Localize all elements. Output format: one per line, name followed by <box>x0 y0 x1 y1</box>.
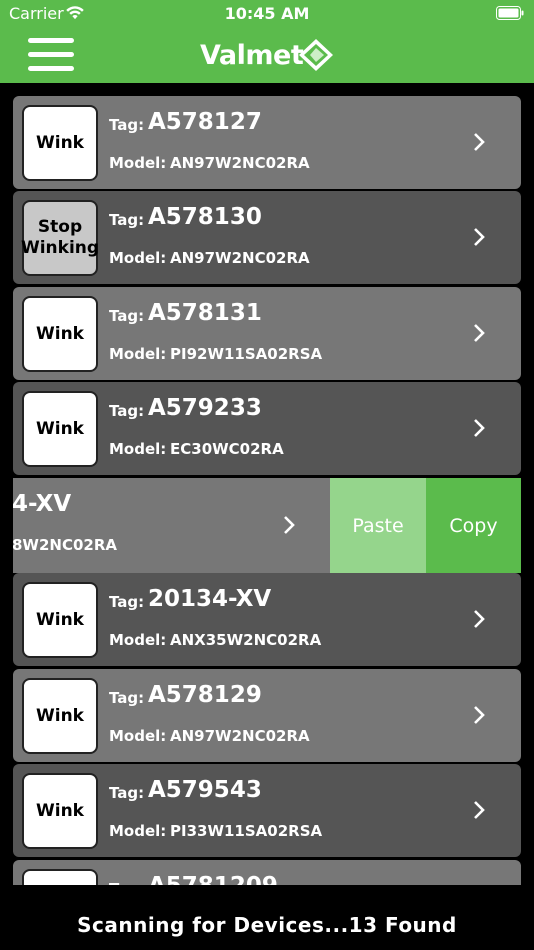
tag-value: A578127 <box>148 109 262 135</box>
wink-button[interactable]: Wink <box>22 296 98 372</box>
app-header: Carrier 10:45 AM Valmet <box>0 0 534 83</box>
device-row[interactable]: Wink Tag: A578129 Model: AN97W2NC02RA <box>13 669 521 762</box>
wink-button[interactable]: Wink <box>22 582 98 658</box>
tag-label: Tag: <box>109 689 145 707</box>
tag-value: 20134-XV <box>148 586 272 612</box>
model-label: Model: <box>109 154 167 172</box>
model-label: Model: <box>109 249 167 267</box>
device-row-partial[interactable]: Tag: A5781209 <box>13 860 521 885</box>
tag-value: A578131 <box>148 300 262 326</box>
wink-button[interactable]: Wink <box>22 678 98 754</box>
device-row[interactable]: Wink Tag: A578131 Model: PI92W11SA02RSA <box>13 287 521 380</box>
model-label: Model: <box>109 440 167 458</box>
hamburger-icon[interactable] <box>28 38 74 72</box>
device-row[interactable]: Wink Tag: 20134-XV Model: ANX35W2NC02RA <box>13 573 521 666</box>
model-value: AN97W2NC02RA <box>170 154 310 172</box>
paste-button[interactable]: Paste <box>330 478 426 573</box>
model-value: AN97W2NC02RA <box>170 727 310 745</box>
model-value: 8W2NC02RA <box>13 536 118 554</box>
device-list[interactable]: Wink Tag: A578127 Model: AN97W2NC02RA St… <box>0 83 534 885</box>
chevron-right-icon[interactable] <box>283 515 295 535</box>
valmet-diamond-icon <box>299 39 333 71</box>
tag-value: A579233 <box>148 395 262 421</box>
tag-label: Tag: <box>109 593 145 611</box>
wink-button[interactable]: Wink <box>22 105 98 181</box>
device-row[interactable]: Stop Winking Tag: A578130 Model: AN97W2N… <box>13 191 521 284</box>
model-value: PI92W11SA02RSA <box>170 345 323 363</box>
chevron-right-icon[interactable] <box>473 609 485 629</box>
battery-icon <box>496 6 524 20</box>
tag-label: Tag: <box>109 402 145 420</box>
clock: 10:45 AM <box>224 4 310 23</box>
tag-label: Tag: <box>109 784 145 802</box>
chevron-right-icon[interactable] <box>473 132 485 152</box>
status-bar: Carrier 10:45 AM <box>0 0 534 28</box>
model-value: PI33W11SA02RSA <box>170 822 323 840</box>
chevron-right-icon[interactable] <box>473 800 485 820</box>
device-row[interactable]: Wink Tag: A578127 Model: AN97W2NC02RA <box>13 96 521 189</box>
model-value: EC30WC02RA <box>170 440 284 458</box>
tag-value: A5781209 <box>148 873 278 885</box>
tag-value: 4-XV <box>13 491 72 517</box>
chevron-right-icon[interactable] <box>473 227 485 247</box>
model-label: Model: <box>109 345 167 363</box>
device-row[interactable]: Wink Tag: A579543 Model: PI33W11SA02RSA <box>13 764 521 857</box>
model-label: Model: <box>109 727 167 745</box>
wink-button[interactable] <box>22 869 98 885</box>
model-value: ANX35W2NC02RA <box>170 631 322 649</box>
tag-value: A578130 <box>148 204 262 230</box>
scan-status-text: Scanning for Devices...13 Found <box>77 913 457 937</box>
swiped-device-row[interactable]: 4-XV 8W2NC02RA Paste Copy <box>13 478 521 573</box>
wink-button[interactable]: Wink <box>22 391 98 467</box>
copy-button[interactable]: Copy <box>426 478 521 573</box>
brand-logo-text: Valmet <box>200 40 304 71</box>
stop-winking-button[interactable]: Stop Winking <box>21 200 99 276</box>
chevron-right-icon[interactable] <box>473 323 485 343</box>
chevron-right-icon[interactable] <box>473 705 485 725</box>
scan-status-bar: Scanning for Devices...13 Found <box>0 885 534 950</box>
tag-value: A579543 <box>148 777 262 803</box>
tag-label: Tag: <box>109 307 145 325</box>
tag-label: Tag: <box>109 116 145 134</box>
wink-button[interactable]: Wink <box>22 773 98 849</box>
model-label: Model: <box>109 631 167 649</box>
chevron-right-icon[interactable] <box>473 418 485 438</box>
model-label: Model: <box>109 822 167 840</box>
tag-label: Tag: <box>109 211 145 229</box>
model-value: AN97W2NC02RA <box>170 249 310 267</box>
tag-value: A578129 <box>148 682 262 708</box>
device-row[interactable]: Wink Tag: A579233 Model: EC30WC02RA <box>13 382 521 475</box>
